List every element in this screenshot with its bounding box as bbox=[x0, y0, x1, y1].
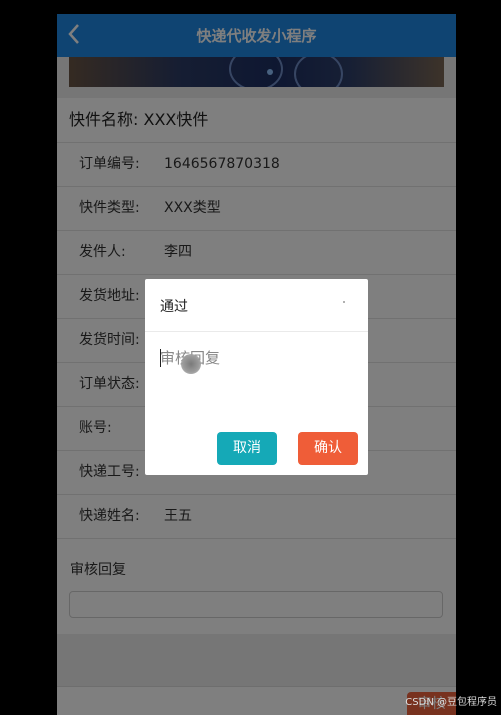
cancel-button[interactable]: 取消 bbox=[217, 432, 277, 465]
dialog-title: 通过 bbox=[160, 299, 188, 315]
watermark: CSDN @豆包程序员 bbox=[405, 697, 497, 708]
dialog-dot bbox=[343, 301, 345, 303]
confirm-button[interactable]: 确认 bbox=[298, 432, 358, 465]
pointer-cursor-icon bbox=[181, 354, 201, 374]
text-caret bbox=[160, 349, 161, 367]
audit-dialog: 通过 审核回复 取消 确认 bbox=[145, 279, 368, 475]
dialog-divider bbox=[145, 331, 368, 332]
